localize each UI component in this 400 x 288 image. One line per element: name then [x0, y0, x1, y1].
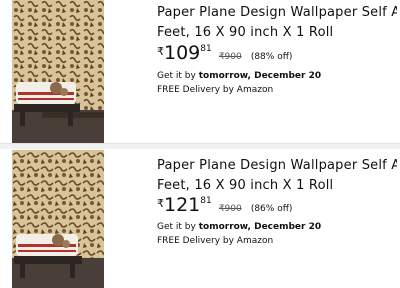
price[interactable]: ₹12181 ₹900 (86% off) — [157, 194, 292, 216]
price-whole: 121 — [164, 194, 201, 216]
delivery-prefix: Get it by — [157, 71, 199, 81]
product-image[interactable] — [12, 0, 104, 143]
price[interactable]: ₹10981 ₹900 (88% off) — [157, 42, 292, 64]
product-card[interactable]: Paper Plane Design Wallpaper Self Adhesi… — [0, 0, 400, 143]
product-title-line: Paper Plane Design Wallpaper Self Adhesi… — [157, 5, 397, 20]
list-price: ₹900 — [218, 204, 242, 214]
product-title-link[interactable]: Paper Plane Design Wallpaper Self Adhesi… — [157, 156, 397, 196]
free-delivery-text: FREE Delivery by Amazon — [157, 85, 274, 95]
price-fraction: 81 — [200, 44, 212, 54]
delivery-prefix: Get it by — [157, 222, 199, 232]
currency-symbol: ₹ — [157, 45, 164, 58]
price-whole: 109 — [164, 42, 201, 64]
price-fraction: 81 — [200, 196, 212, 206]
delivery-date: tomorrow, December 20 — [198, 71, 322, 81]
wallpaper-room-image — [12, 150, 104, 288]
discount-label: (88% off) — [250, 52, 293, 62]
wallpaper-room-image — [12, 0, 104, 143]
free-delivery-text: FREE Delivery by Amazon — [157, 236, 274, 246]
product-title-line: Paper Plane Design Wallpaper Self Adhesi… — [157, 158, 397, 173]
delivery-info: Get it by tomorrow, December 20 — [157, 69, 321, 83]
delivery-date: tomorrow, December 20 — [198, 222, 322, 232]
product-title-line: Feet, 16 X 90 inch X 1 Roll — [157, 178, 334, 193]
currency-symbol: ₹ — [157, 197, 164, 210]
product-image[interactable] — [12, 150, 104, 288]
list-price: ₹900 — [218, 52, 242, 62]
product-card[interactable]: Paper Plane Design Wallpaper Self Adhesi… — [0, 148, 400, 288]
discount-label: (86% off) — [250, 204, 293, 214]
product-title-link[interactable]: Paper Plane Design Wallpaper Self Adhesi… — [157, 3, 397, 43]
delivery-info: Get it by tomorrow, December 20 — [157, 220, 321, 234]
product-title-line: Feet, 16 X 90 inch X 1 Roll — [157, 25, 334, 40]
